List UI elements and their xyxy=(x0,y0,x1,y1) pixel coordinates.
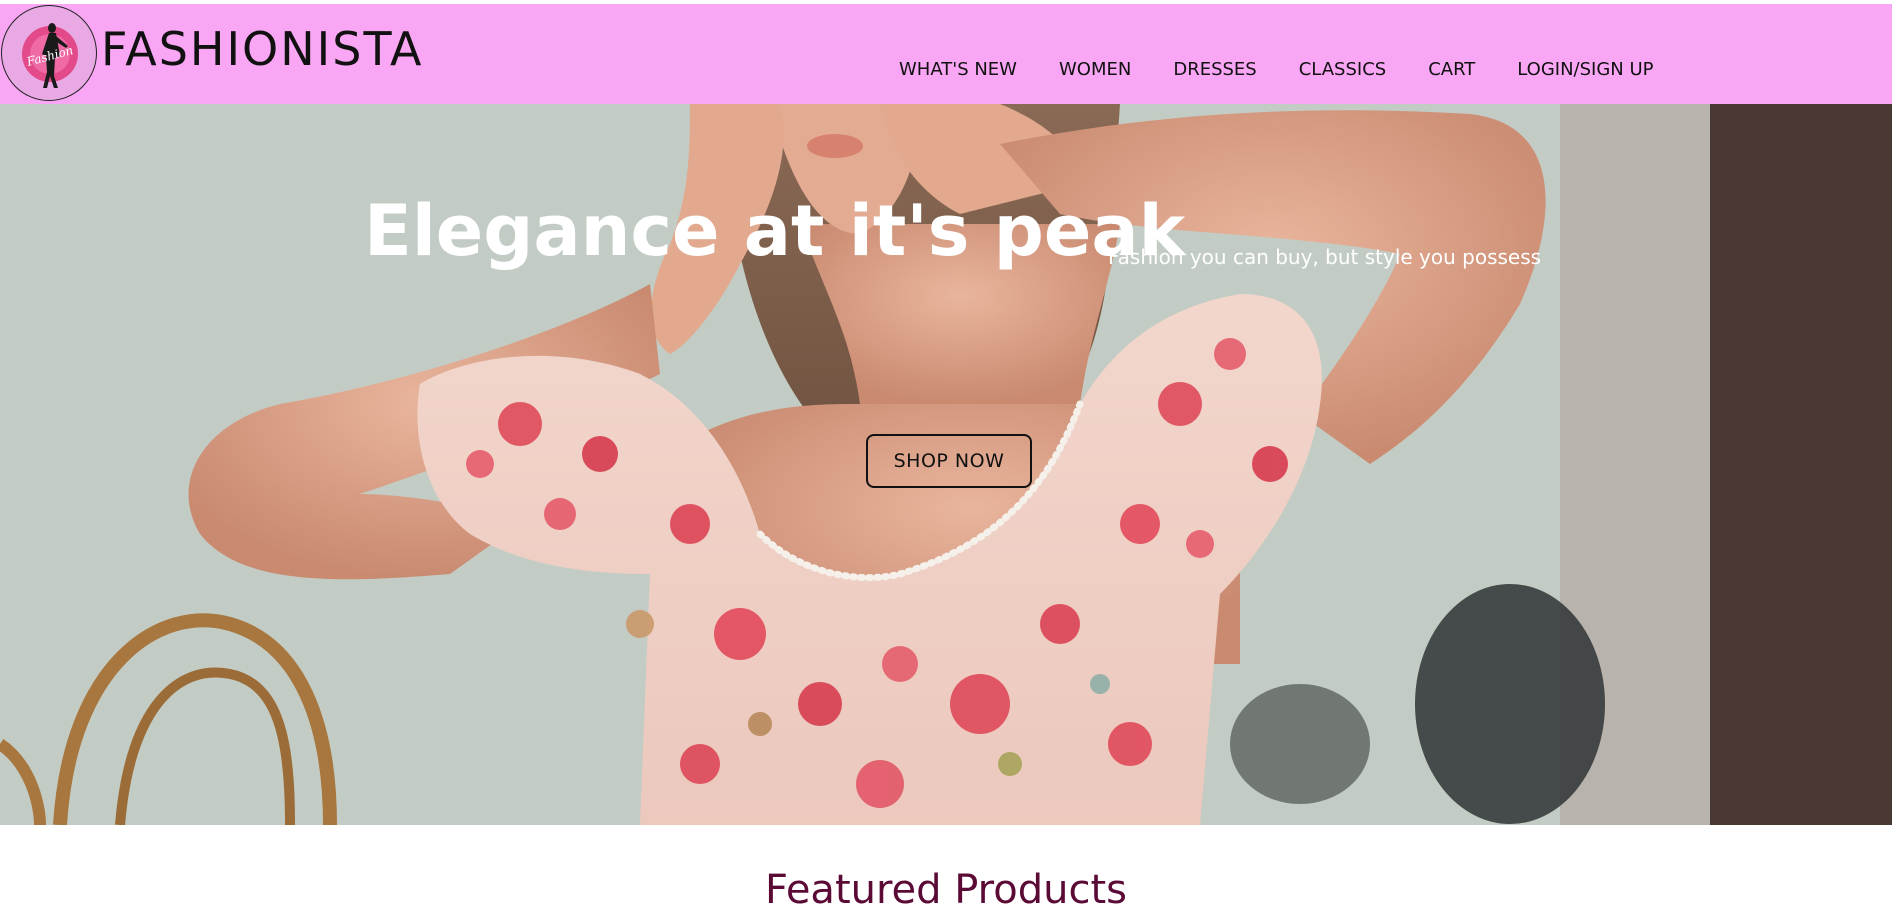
hero-title: Elegance at it's peak xyxy=(364,190,1186,272)
nav-cart[interactable]: CART xyxy=(1428,61,1475,79)
nav-classics[interactable]: CLASSICS xyxy=(1299,61,1386,79)
brand-logo[interactable]: Fashion xyxy=(1,5,97,101)
nav-dresses[interactable]: DRESSES xyxy=(1173,61,1256,79)
brand-name[interactable]: FASHIONISTA xyxy=(101,26,423,72)
logo-graphic: Fashion xyxy=(22,23,78,88)
shop-now-button[interactable]: SHOP NOW xyxy=(866,434,1032,488)
featured-products-heading: Featured Products xyxy=(765,867,1127,913)
nav-women[interactable]: WOMEN xyxy=(1059,61,1131,79)
hero-subtitle: Fashion you can buy, but style you posse… xyxy=(1108,245,1542,269)
nav-login-signup[interactable]: LOGIN/SIGN UP xyxy=(1517,61,1653,79)
nav-whats-new[interactable]: WHAT'S NEW xyxy=(899,61,1017,79)
main-nav: WHAT'S NEW WOMEN DRESSES CLASSICS CART L… xyxy=(899,61,1654,79)
navbar: Fashion FASHIONISTA WHAT'S NEW WOMEN DRE… xyxy=(0,4,1892,104)
hero-banner: Elegance at it's peak Fashion you can bu… xyxy=(0,104,1892,825)
